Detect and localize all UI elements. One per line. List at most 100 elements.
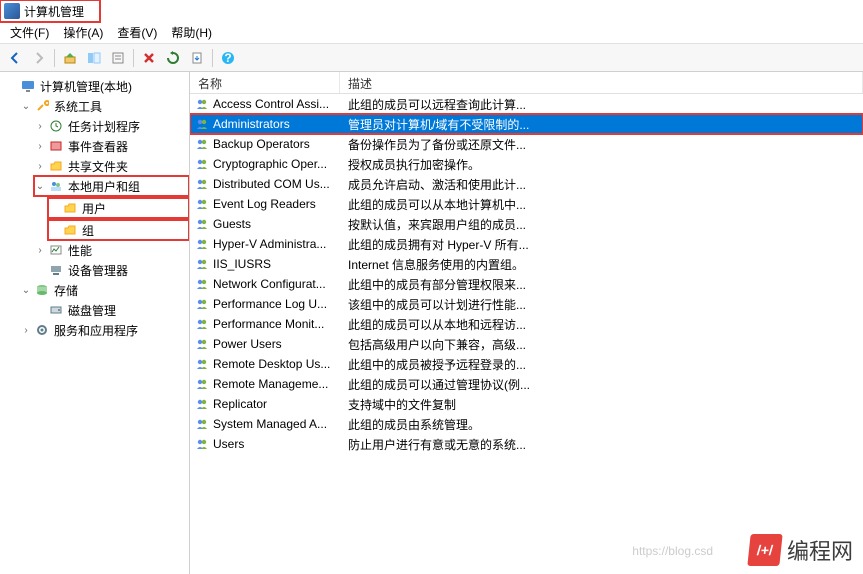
expand-icon[interactable]: ›: [34, 141, 46, 152]
expand-icon[interactable]: ›: [34, 161, 46, 172]
window-title: 计算机管理: [24, 3, 84, 20]
row-name: Event Log Readers: [213, 197, 340, 211]
watermark-logo-icon: /+/: [747, 534, 782, 566]
tree-storage[interactable]: ⌄ 存储: [20, 280, 189, 300]
row-name: System Managed A...: [213, 417, 340, 431]
folder-icon: [62, 200, 78, 216]
list-row[interactable]: Administrators管理员对计算机/域有不受限制的...: [190, 114, 863, 134]
row-desc: 此组的成员可以通过管理协议(例...: [340, 376, 863, 393]
tree-task-scheduler[interactable]: › 任务计划程序: [34, 116, 189, 136]
group-icon: [194, 176, 210, 192]
tree-groups[interactable]: 组: [48, 220, 189, 240]
toolbar-separator: [54, 49, 55, 67]
list-row[interactable]: IIS_IUSRSInternet 信息服务使用的内置组。: [190, 254, 863, 274]
collapse-icon[interactable]: ⌄: [20, 101, 32, 112]
list-row[interactable]: Replicator支持域中的文件复制: [190, 394, 863, 414]
group-icon: [194, 96, 210, 112]
menu-view[interactable]: 查看(V): [111, 22, 163, 43]
svg-text:?: ?: [224, 51, 231, 65]
list-row[interactable]: Performance Log U...该组中的成员可以计划进行性能...: [190, 294, 863, 314]
refresh-button[interactable]: [162, 47, 184, 69]
help-button[interactable]: ?: [217, 47, 239, 69]
row-desc: 备份操作员为了备份或还原文件...: [340, 136, 863, 153]
row-name: Cryptographic Oper...: [213, 157, 340, 171]
up-button[interactable]: [59, 47, 81, 69]
toolbar-separator: [133, 49, 134, 67]
row-desc: 此组的成员由系统管理。: [340, 416, 863, 433]
tree-local-users-groups[interactable]: ⌄ 本地用户和组: [34, 176, 189, 196]
delete-button[interactable]: [138, 47, 160, 69]
tree-users[interactable]: 用户: [48, 198, 189, 218]
row-name: Performance Log U...: [213, 297, 340, 311]
export-list-button[interactable]: [186, 47, 208, 69]
col-header-name[interactable]: 名称: [190, 72, 340, 93]
list-row[interactable]: Hyper-V Administra...此组的成员拥有对 Hyper-V 所有…: [190, 234, 863, 254]
show-hide-tree-button[interactable]: [83, 47, 105, 69]
expand-icon[interactable]: ›: [34, 245, 46, 256]
group-icon: [194, 196, 210, 212]
properties-button[interactable]: [107, 47, 129, 69]
tree-services-apps[interactable]: › 服务和应用程序: [20, 320, 189, 340]
list-row[interactable]: Performance Monit...此组的成员可以从本地和远程访...: [190, 314, 863, 334]
row-name: Replicator: [213, 397, 340, 411]
collapse-icon[interactable]: ⌄: [20, 285, 32, 296]
row-name: Backup Operators: [213, 137, 340, 151]
list-row[interactable]: Users防止用户进行有意或无意的系统...: [190, 434, 863, 454]
list-row[interactable]: Access Control Assi...此组的成员可以远程查询此计算...: [190, 94, 863, 114]
group-icon: [194, 216, 210, 232]
group-icon: [194, 436, 210, 452]
list-row[interactable]: Remote Desktop Us...此组中的成员被授予远程登录的...: [190, 354, 863, 374]
row-desc: 支持域中的文件复制: [340, 396, 863, 413]
list-row[interactable]: System Managed A...此组的成员由系统管理。: [190, 414, 863, 434]
expand-icon[interactable]: ›: [20, 325, 32, 336]
folder-icon: [62, 222, 78, 238]
group-icon: [194, 276, 210, 292]
row-desc: 该组中的成员可以计划进行性能...: [340, 296, 863, 313]
row-name: Network Configurat...: [213, 277, 340, 291]
tree-disk-management[interactable]: 磁盘管理: [34, 300, 189, 320]
tree-shared-folders[interactable]: › 共享文件夹: [34, 156, 189, 176]
list-row[interactable]: Backup Operators备份操作员为了备份或还原文件...: [190, 134, 863, 154]
app-icon: [4, 3, 20, 19]
clock-icon: [48, 118, 64, 134]
list-row[interactable]: Distributed COM Us...成员允许启动、激活和使用此计...: [190, 174, 863, 194]
tree-event-viewer[interactable]: › 事件查看器: [34, 136, 189, 156]
tree-device-manager[interactable]: 设备管理器: [34, 260, 189, 280]
list-view[interactable]: 名称 描述 Access Control Assi...此组的成员可以远程查询此…: [190, 72, 863, 574]
list-row[interactable]: Network Configurat...此组中的成员有部分管理权限来...: [190, 274, 863, 294]
row-name: Distributed COM Us...: [213, 177, 340, 191]
menu-help[interactable]: 帮助(H): [165, 22, 218, 43]
col-header-desc[interactable]: 描述: [340, 72, 863, 93]
list-row[interactable]: Power Users包括高级用户以向下兼容，高级...: [190, 334, 863, 354]
titlebar: 计算机管理: [0, 0, 100, 22]
collapse-icon[interactable]: ⌄: [34, 181, 46, 192]
group-icon: [194, 256, 210, 272]
tree-system-tools[interactable]: ⌄ 系统工具: [20, 96, 189, 116]
list-row[interactable]: Guests按默认值，来宾跟用户组的成员...: [190, 214, 863, 234]
users-groups-icon: [48, 178, 64, 194]
row-desc: 包括高级用户以向下兼容，高级...: [340, 336, 863, 353]
menu-action[interactable]: 操作(A): [57, 22, 109, 43]
row-desc: 按默认值，来宾跟用户组的成员...: [340, 216, 863, 233]
list-row[interactable]: Event Log Readers此组的成员可以从本地计算机中...: [190, 194, 863, 214]
group-icon: [194, 376, 210, 392]
menubar: 文件(F) 操作(A) 查看(V) 帮助(H): [0, 22, 863, 44]
row-name: Remote Desktop Us...: [213, 357, 340, 371]
forward-button[interactable]: [28, 47, 50, 69]
tree-performance[interactable]: › 性能: [34, 240, 189, 260]
row-name: Access Control Assi...: [213, 97, 340, 111]
row-name: Administrators: [213, 117, 340, 131]
watermark-url: https://blog.csd: [632, 544, 713, 558]
list-row[interactable]: Remote Manageme...此组的成员可以通过管理协议(例...: [190, 374, 863, 394]
row-desc: 此组的成员可以从本地和远程访...: [340, 316, 863, 333]
performance-icon: [48, 242, 64, 258]
row-name: Hyper-V Administra...: [213, 237, 340, 251]
menu-file[interactable]: 文件(F): [4, 22, 55, 43]
expand-icon[interactable]: ›: [34, 121, 46, 132]
list-row[interactable]: Cryptographic Oper...授权成员执行加密操作。: [190, 154, 863, 174]
tools-icon: [34, 98, 50, 114]
row-desc: 管理员对计算机/域有不受限制的...: [340, 116, 863, 133]
nav-tree[interactable]: 计算机管理(本地) ⌄ 系统工具 › 任务计划程序: [0, 72, 190, 574]
tree-root[interactable]: 计算机管理(本地): [6, 76, 189, 96]
back-button[interactable]: [4, 47, 26, 69]
